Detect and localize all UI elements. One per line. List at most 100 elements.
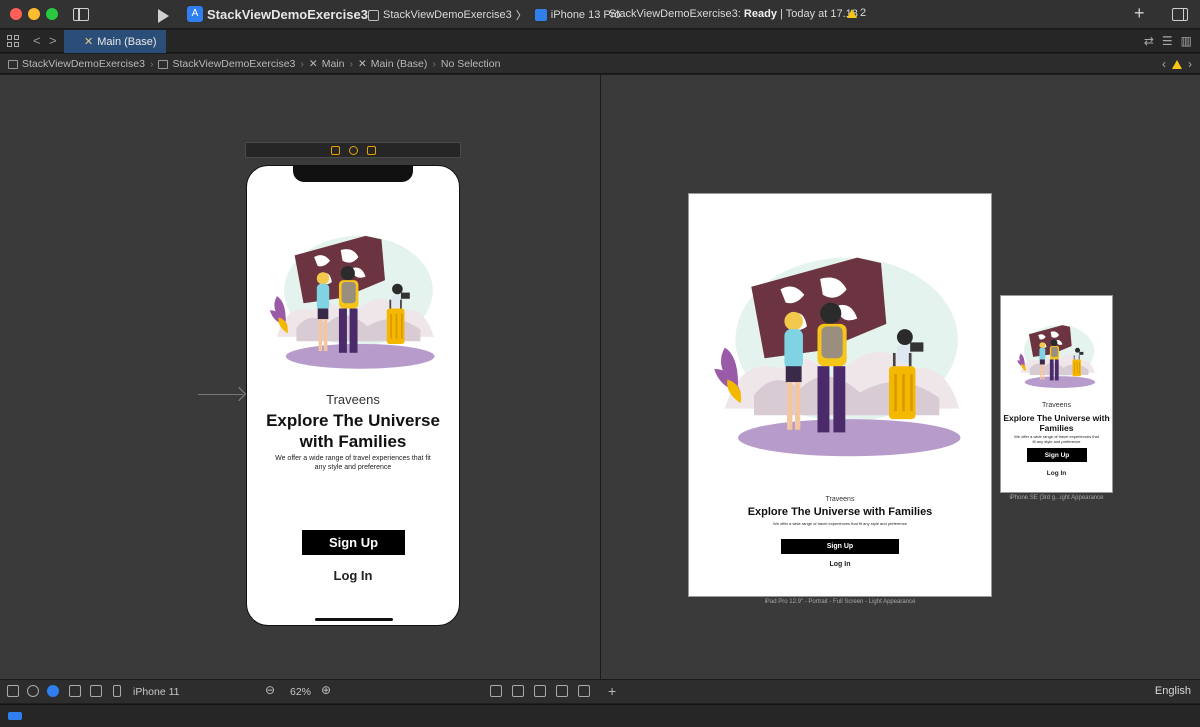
device-icon [534,9,547,21]
scene-dock[interactable] [245,142,461,158]
back-arrow-icon[interactable]: < [33,33,41,48]
breadcrumb-folder[interactable]: StackViewDemoExercise3 [172,58,295,70]
debug-area-bar [0,704,1200,727]
sign-up-button[interactable]: Sign Up [302,530,405,555]
device-adjust-icon[interactable] [90,685,102,697]
sign-up-button[interactable]: Sign Up [781,539,899,554]
status-prefix: StackViewDemoExercise3: [609,8,741,20]
iphone-se-preview[interactable]: Traveens Explore The Universe with Famil… [1000,295,1113,493]
activity-status: StackViewDemoExercise3: Ready | Today at… [609,8,858,20]
log-in-button[interactable]: Log In [1001,470,1112,477]
headline-label: Explore The Universe with Families [747,506,933,518]
chevron-right-icon: › [149,58,154,70]
project-crumb-icon [8,59,18,69]
ipad-preview[interactable]: Traveens Explore The Universe with Famil… [688,193,992,597]
scheme-separator: 〉 [515,10,527,22]
tab-main-base[interactable]: ✕ Main (Base) [64,30,166,53]
editor-options: ⇄ ☰ ▥ [1144,34,1192,48]
project-title[interactable]: StackViewDemoExercise3 [207,7,368,22]
exit-icon[interactable] [366,145,376,155]
zoom-out-icon[interactable]: ⊖ [265,683,275,697]
chevron-right-icon: › [349,58,353,70]
close-window-button[interactable] [10,8,22,20]
device-phone-icon[interactable] [113,685,121,697]
breadcrumb: StackViewDemoExercise3 › StackViewDemoEx… [8,58,500,70]
debug-area-toggle-icon[interactable] [8,712,22,720]
split-editor-icon[interactable]: ▥ [1181,34,1192,48]
navigator-toggle-icon[interactable] [73,8,89,21]
editor-options-icon[interactable]: ☰ [1162,34,1173,48]
status-state: Ready [743,8,777,20]
ipad-preview-caption: iPad Pro 12.9" - Portrait - Full Screen … [764,599,916,605]
breadcrumb-storyboard[interactable]: Main [322,58,345,70]
issue-navigation: ‹ › [1162,57,1192,71]
folder-crumb-icon [158,59,169,69]
subtitle-label: We offer a wide range of travel experien… [773,521,907,526]
embed-in-icon[interactable] [578,685,590,697]
xcode-project-icon: A [187,6,203,22]
related-items-grid-icon[interactable] [7,35,19,47]
storyboard-icon: ✕ [84,36,94,48]
sign-up-button[interactable]: Sign Up [1027,448,1087,462]
first-responder-icon[interactable] [348,145,358,155]
document-outline-icon[interactable] [7,685,19,697]
breadcrumb-storyboard-base[interactable]: Main (Base) [371,58,428,70]
accessibility-icon[interactable] [27,685,39,697]
storyboard-crumb-icon: ✕ [357,58,367,70]
warning-icon[interactable] [1172,59,1182,69]
sync-arrows-icon[interactable]: ⇄ [1144,34,1154,48]
scheme-icon [368,9,379,21]
device-selector[interactable]: iPhone 11 [133,686,180,698]
minimize-window-button[interactable] [28,8,40,20]
align-icon[interactable] [512,685,524,697]
forward-arrow-icon[interactable]: > [49,33,57,48]
storyboard-crumb-icon: ✕ [308,58,318,70]
phone-notch [293,166,413,182]
initial-view-controller-arrow[interactable] [198,394,243,395]
zoom-level[interactable]: 62% [290,686,311,698]
brand-label: Traveens [326,392,380,407]
warning-icon [847,8,857,18]
breadcrumb-project[interactable]: StackViewDemoExercise3 [22,58,145,70]
headline-label: Explore The Universe with Families [1003,413,1110,433]
travel-illustration [714,257,961,457]
home-indicator [315,618,393,621]
travel-illustration [269,235,435,369]
iphone-se-preview-caption: iPhone SE (3rd g...ight Appearance [1009,495,1104,501]
add-constraints-icon[interactable] [534,685,546,697]
resolve-issues-icon[interactable] [556,685,568,697]
log-in-button[interactable]: Log In [689,561,991,568]
editor-tab-bar: < > ✕ Main (Base) ⇄ ☰ ▥ [0,30,1200,53]
log-in-button[interactable]: Log In [247,568,459,583]
add-variant-plus-icon[interactable]: + [608,683,616,699]
chevron-right-icon: › [432,58,436,70]
appearance-icon[interactable] [47,685,59,697]
subtitle-label: We offer a wide range of travel experien… [1014,434,1099,444]
zoom-window-button[interactable] [46,8,58,20]
window-titlebar: A StackViewDemoExercise3 StackViewDemoEx… [0,0,1200,29]
chevron-right-icon: › [300,58,304,70]
scheme-selector[interactable]: StackViewDemoExercise3 〉 iPhone 13 Pro [368,7,621,23]
update-frames-icon[interactable] [490,685,502,697]
iphone-11-scene[interactable]: Traveens Explore The Universe with Famil… [246,165,460,626]
brand-label: Traveens [825,496,855,503]
preview-language[interactable]: English [1155,685,1191,697]
warnings-indicator[interactable]: 2 [847,7,866,19]
scheme-name: StackViewDemoExercise3 [383,9,512,21]
prev-issue-icon[interactable]: ‹ [1162,57,1166,71]
run-play-icon[interactable] [156,7,170,24]
next-issue-icon[interactable]: › [1188,57,1192,71]
headline-label: Explore The Universe with Families [266,411,440,451]
jump-bar: StackViewDemoExercise3 › StackViewDemoEx… [0,54,1200,74]
zoom-in-icon[interactable]: ⊕ [321,683,331,697]
view-controller-icon[interactable] [330,145,340,155]
canvas-bottom-bar: iPhone 11 ⊖ 62% ⊕ + English [0,679,1200,703]
subtitle-label: We offer a wide range of travel experien… [275,455,431,471]
breadcrumb-selection[interactable]: No Selection [441,58,501,70]
brand-label: Traveens [1042,402,1071,409]
inspector-toggle-icon[interactable] [1172,8,1188,21]
tab-label: Main (Base) [97,35,157,48]
library-plus-icon[interactable]: + [1134,3,1145,24]
orientation-icon[interactable] [69,685,81,697]
travel-illustration [1017,325,1096,388]
